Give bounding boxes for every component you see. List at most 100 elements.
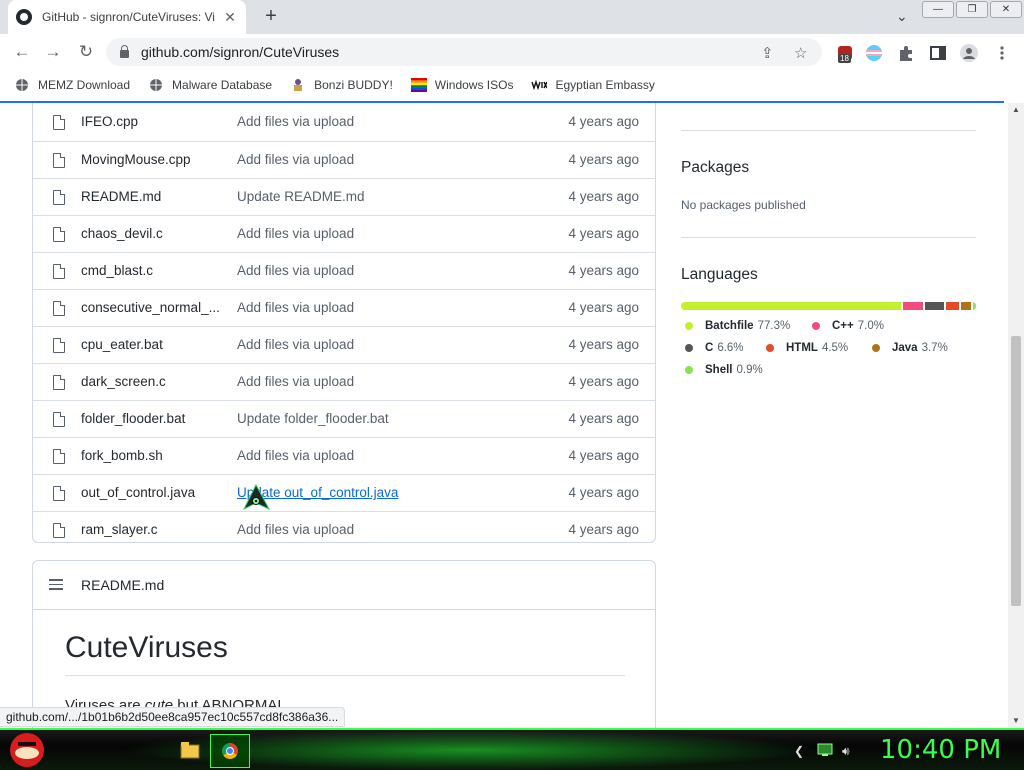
address-bar[interactable]: github.com/signron/CuteViruses ⇪ ☆ [106, 38, 822, 66]
scroll-up-arrow[interactable]: ▲ [1008, 103, 1024, 117]
scroll-down-arrow[interactable]: ▼ [1008, 714, 1024, 728]
language-bar-segment[interactable] [960, 302, 972, 310]
file-name-link[interactable]: dark_screen.c [81, 374, 221, 389]
language-percent: 77.3% [757, 320, 791, 332]
browser-tab-active[interactable]: GitHub - signron/CuteViruses: Vi ✕ [8, 0, 246, 34]
file-icon [53, 412, 65, 427]
file-row[interactable]: folder_flooder.bat Update folder_flooder.… [33, 400, 655, 438]
file-row[interactable]: dark_screen.c Add files via upload 4 years… [33, 363, 655, 401]
file-row[interactable]: fork_bomb.sh Add files via upload 4 years … [33, 437, 655, 475]
language-item[interactable]: C++ 7.0% [812, 320, 884, 332]
language-item[interactable]: HTML 4.5% [766, 342, 848, 354]
commit-message-link[interactable]: Add files via upload [237, 114, 354, 129]
commit-message-link[interactable]: Add files via upload [237, 522, 354, 537]
github-repo-page: IFEO.cpp Add files via upload 4 years ago M… [0, 103, 1008, 728]
language-bar-segment[interactable] [925, 302, 945, 310]
profile-avatar-icon[interactable] [960, 44, 978, 62]
commit-message-link[interactable]: Add files via upload [237, 226, 354, 241]
language-bar-segment[interactable] [946, 302, 959, 310]
file-row[interactable]: out_of_control.java Update out_of_control… [33, 474, 655, 512]
file-icon [53, 338, 65, 353]
close-window-button[interactable]: ✕ [990, 1, 1022, 18]
reload-icon: ↻ [78, 42, 94, 61]
bookmark-memz[interactable]: MEMZ Download [14, 78, 130, 92]
commit-message-link[interactable]: Add files via upload [237, 337, 354, 352]
file-name-link[interactable]: folder_flooder.bat [81, 411, 221, 426]
languages-title: Languages [681, 266, 758, 283]
bonzi-icon [294, 79, 303, 91]
file-name-link[interactable]: out_of_control.java [81, 485, 221, 500]
taskbar-clock[interactable]: 10:40 PM [880, 735, 1001, 765]
bookmark-star-icon[interactable]: ☆ [794, 44, 807, 62]
scroll-thumb[interactable] [1011, 336, 1021, 606]
file-name-link[interactable]: cpu_eater.bat [81, 337, 221, 352]
puzzle-extensions-icon[interactable] [897, 44, 915, 62]
minimize-button[interactable]: — [922, 1, 954, 18]
bookmark-windows-isos[interactable]: Windows ISOs [410, 78, 514, 92]
volume-icon[interactable]: 🔊︎ [842, 744, 850, 759]
bookmark-malware-database[interactable]: Malware Database [148, 78, 272, 92]
commit-message-link[interactable]: Add files via upload [237, 152, 354, 167]
file-row[interactable]: README.md Update README.md 4 years ago [33, 178, 655, 216]
back-button[interactable]: ← [11, 42, 33, 62]
tab-search-button[interactable]: ⌄ [896, 8, 908, 25]
file-name-link[interactable]: README.md [81, 189, 221, 204]
packages-title[interactable]: Packages [681, 159, 749, 177]
tray-chevron-icon[interactable]: ❮ [794, 744, 804, 758]
share-icon[interactable]: ⇪ [761, 44, 774, 62]
bookmark-bonzi-buddy[interactable]: Bonzi BUDDY! [290, 78, 393, 92]
page-scrollbar[interactable]: ▲ ▼ [1008, 103, 1024, 728]
language-color-dot [685, 322, 693, 330]
trans-flag-extension-icon[interactable] [865, 44, 883, 62]
file-name-link[interactable]: consecutive_normal_... [81, 300, 221, 315]
new-tab-button[interactable]: + [260, 5, 282, 28]
commit-message-link[interactable]: Update folder_flooder.bat [237, 411, 389, 426]
readme-filename[interactable]: README.md [81, 577, 164, 593]
side-panel-icon[interactable] [929, 44, 947, 62]
file-row[interactable]: IFEO.cpp Add files via upload 4 years ago [33, 104, 655, 141]
file-name-link[interactable]: ram_slayer.c [81, 522, 221, 537]
list-icon[interactable] [49, 579, 63, 593]
language-item[interactable]: C 6.6% [685, 342, 744, 354]
language-bar-segment[interactable] [903, 302, 924, 310]
commit-message-link[interactable]: Add files via upload [237, 374, 354, 389]
network-icon[interactable] [817, 743, 833, 757]
language-item[interactable]: Shell 0.9% [685, 364, 763, 376]
commit-message-link[interactable]: Add files via upload [237, 300, 354, 315]
taskbar: ❮ 🔊︎ 10:40 PM [0, 728, 1024, 770]
language-name: HTML [786, 342, 818, 354]
start-button-angry-bird-icon[interactable] [10, 733, 44, 767]
file-name-link[interactable]: MovingMouse.cpp [81, 152, 221, 167]
mouse-cursor-icon [243, 484, 271, 511]
commit-date: 4 years ago [568, 114, 639, 129]
file-row[interactable]: ram_slayer.c Add files via upload 4 years … [33, 511, 655, 542]
file-row[interactable]: chaos_devil.c Add files via upload 4 years… [33, 215, 655, 253]
reload-button[interactable]: ↻ [75, 42, 97, 62]
file-row[interactable]: cmd_blast.c Add files via upload 4 years a… [33, 252, 655, 290]
bookmark-label: Windows ISOs [434, 78, 514, 92]
file-row[interactable]: cpu_eater.bat Add files via upload 4 years… [33, 326, 655, 364]
kebab-menu-icon[interactable] [993, 44, 1011, 62]
language-bar-segment[interactable] [973, 302, 976, 310]
language-item[interactable]: Batchfile 77.3% [685, 320, 790, 332]
forward-button[interactable]: → [42, 42, 64, 62]
commit-message-link[interactable]: Add files via upload [237, 263, 354, 278]
tab-close-button[interactable]: ✕ [222, 9, 238, 26]
language-bar-segment[interactable] [681, 302, 902, 310]
file-name-link[interactable]: cmd_blast.c [81, 263, 221, 278]
file-icon [53, 264, 65, 279]
taskbar-chrome-button[interactable] [210, 734, 250, 768]
file-row[interactable]: consecutive_normal_... Add files via uplo… [33, 289, 655, 327]
file-explorer-icon[interactable] [176, 736, 206, 764]
language-item[interactable]: Java 3.7% [872, 342, 948, 354]
language-color-dot [812, 322, 820, 330]
file-name-link[interactable]: IFEO.cpp [81, 114, 221, 129]
commit-message-link[interactable]: Update README.md [237, 189, 365, 204]
restore-button[interactable]: ❐ [956, 1, 988, 18]
file-name-link[interactable]: fork_bomb.sh [81, 448, 221, 463]
bookmark-egyptian-embassy[interactable]: Egyptian Embassy [531, 78, 655, 92]
file-row[interactable]: MovingMouse.cpp Add files via upload 4 yea… [33, 141, 655, 179]
file-name-link[interactable]: chaos_devil.c [81, 226, 221, 241]
link-status-bubble: github.com/.../1b01b6b2d50ee8ca957ec10c5… [0, 707, 346, 727]
commit-message-link[interactable]: Add files via upload [237, 448, 354, 463]
